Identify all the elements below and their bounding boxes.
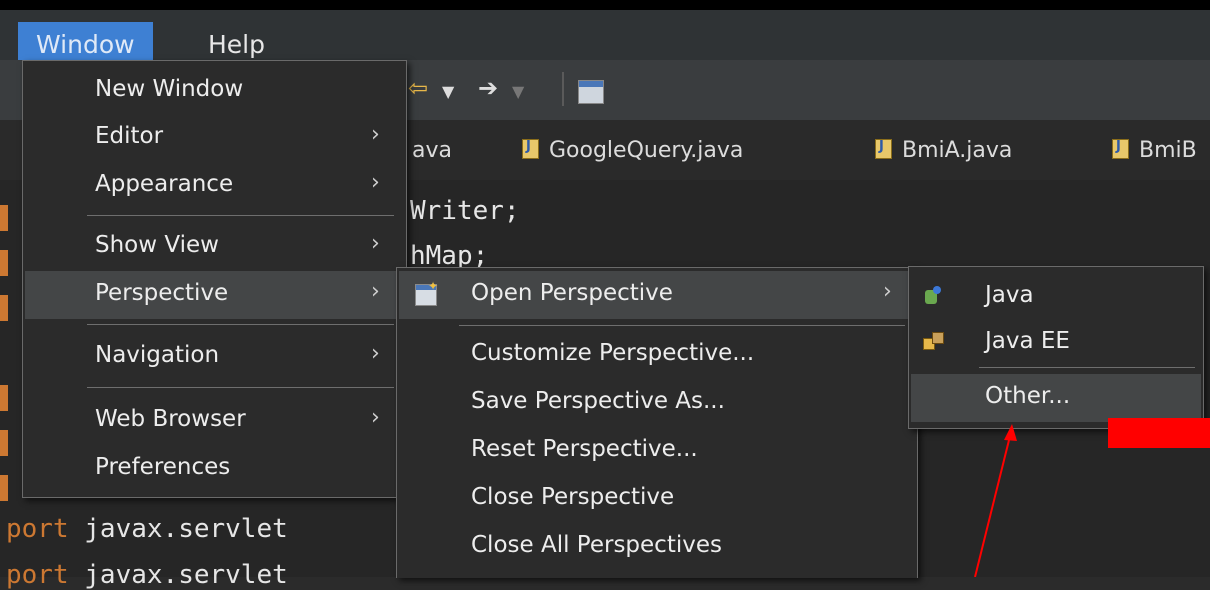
red-arrow-line: [974, 431, 1012, 577]
annotation-overlay: [974, 424, 1017, 577]
red-arrowhead-icon: [1004, 424, 1017, 441]
